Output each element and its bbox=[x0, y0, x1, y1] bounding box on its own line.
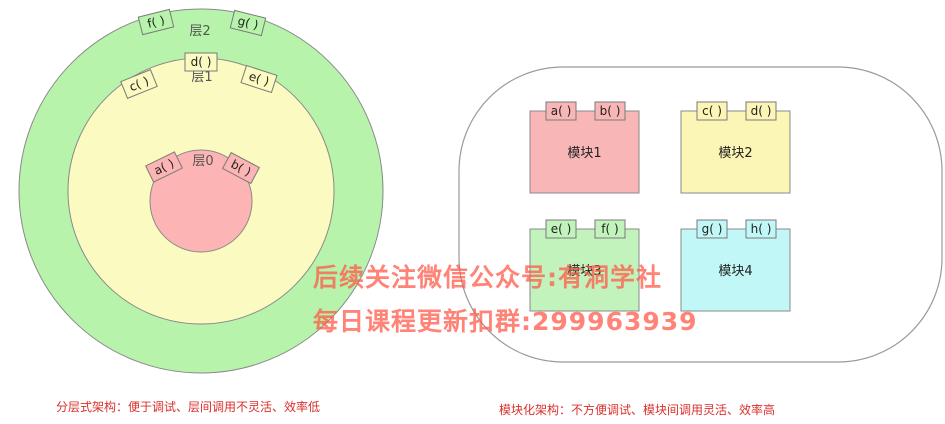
func-label: g( ) bbox=[702, 222, 723, 236]
layer0-label: 层0 bbox=[192, 154, 213, 169]
module-2: c( ) d( ) 模块2 bbox=[680, 101, 791, 194]
func-label: c( ) bbox=[702, 104, 722, 118]
module-1: a( ) b( ) 模块1 bbox=[529, 101, 640, 194]
module-2-func-2: d( ) bbox=[745, 101, 777, 121]
func-label: a( ) bbox=[551, 104, 572, 118]
layered-caption: 分层式架构：便于调试、层间调用不灵活、效率低 bbox=[56, 400, 321, 414]
func-label: d( ) bbox=[191, 55, 212, 69]
func-label: d( ) bbox=[751, 104, 772, 118]
module-4: g( ) h( ) 模块4 bbox=[680, 219, 791, 312]
layer1-func-d: d( ) bbox=[184, 52, 218, 72]
layer1-label: 层1 bbox=[191, 70, 212, 85]
module-name: 模块1 bbox=[567, 146, 601, 161]
layer2-label: 层2 bbox=[189, 24, 210, 39]
watermark-line1: 后续关注微信公众号:有洞学社 bbox=[313, 263, 662, 292]
func-label: b( ) bbox=[600, 104, 621, 118]
module-4-func-2: h( ) bbox=[745, 219, 777, 239]
module-4-func-1: g( ) bbox=[696, 219, 728, 239]
modular-caption: 模块化架构：不方便调试、模块间调用灵活、效率高 bbox=[499, 403, 776, 417]
module-1-func-1: a( ) bbox=[545, 101, 577, 121]
func-label: h( ) bbox=[751, 222, 772, 236]
func-label: f( ) bbox=[601, 222, 618, 236]
module-2-func-1: c( ) bbox=[696, 101, 728, 121]
func-label: e( ) bbox=[551, 222, 572, 236]
module-name: 模块4 bbox=[718, 264, 752, 279]
module-1-func-2: b( ) bbox=[594, 101, 626, 121]
architecture-diagram: 层2 层1 层0 f( ) g( ) d( ) c( ) e( ) a( ) b… bbox=[18, 8, 943, 374]
module-3-func-2: f( ) bbox=[594, 219, 626, 239]
watermark-line2: 每日课程更新扣群:299963939 bbox=[313, 307, 698, 336]
module-name: 模块2 bbox=[718, 146, 752, 161]
module-3-func-1: e( ) bbox=[545, 219, 577, 239]
